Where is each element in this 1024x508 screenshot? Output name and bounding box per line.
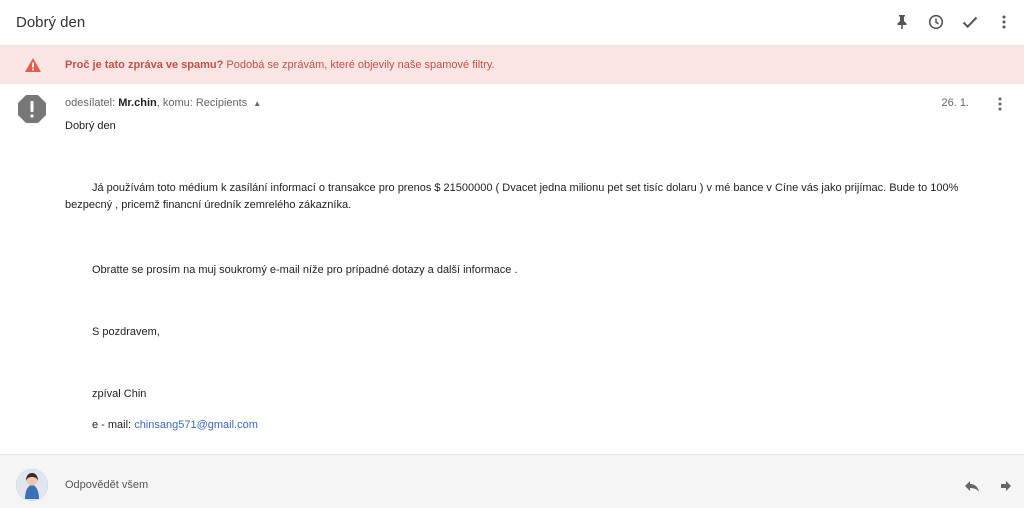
spam-explanation: Proč je tato zpráva ve spamu? Podobá se … bbox=[65, 59, 495, 71]
email-link[interactable]: chinsang571@gmail.com bbox=[134, 419, 258, 431]
message-header: Dobrý den bbox=[0, 0, 1024, 46]
message-date: 26. 1. bbox=[941, 97, 969, 109]
header-actions bbox=[894, 12, 1012, 32]
spam-reason: Podobá se zprávám, které objevily naše s… bbox=[226, 59, 495, 71]
email-prefix: e - mail: bbox=[92, 419, 135, 431]
reply-all-button[interactable]: Odpovědět všem bbox=[65, 479, 148, 491]
forward-icon[interactable] bbox=[1000, 479, 1012, 497]
message-contact: e - mail: chinsang571@gmail.com bbox=[65, 417, 258, 434]
message-meta: odesílatel: Mr.chin, komu: Recipients ▲ bbox=[65, 97, 261, 109]
message-signature: zpíval Chin bbox=[92, 388, 147, 400]
message-paragraph: Obratte se prosím na muj soukromý e-mail… bbox=[92, 264, 518, 276]
sender-name[interactable]: Mr.chin bbox=[118, 97, 157, 109]
warning-icon bbox=[24, 57, 42, 78]
avatar bbox=[16, 469, 48, 501]
message-more-icon[interactable] bbox=[998, 96, 1008, 112]
more-vert-icon[interactable] bbox=[996, 12, 1012, 32]
sender-prefix: odesílatel: bbox=[65, 97, 116, 109]
recipients-details-icon[interactable]: ▲ bbox=[253, 99, 261, 108]
message-paragraph-text: Já používám toto médium k zasílání infor… bbox=[65, 182, 959, 211]
message-greeting: Dobrý den bbox=[65, 120, 116, 132]
message-subject: Dobrý den bbox=[16, 14, 86, 31]
reply-icon[interactable] bbox=[964, 479, 980, 497]
message-paragraph: Já používám toto médium k zasílání infor… bbox=[65, 180, 965, 214]
pin-icon[interactable] bbox=[894, 12, 910, 32]
spam-banner: Proč je tato zpráva ve spamu? Podobá se … bbox=[0, 46, 1024, 84]
message-closing: S pozdravem, bbox=[92, 326, 160, 338]
spam-sender-avatar bbox=[16, 93, 48, 130]
check-icon[interactable] bbox=[962, 12, 978, 32]
recipients-text: , komu: Recipients bbox=[156, 97, 248, 109]
clock-icon[interactable] bbox=[928, 12, 944, 32]
reply-footer: Odpovědět všem bbox=[0, 454, 1024, 508]
spam-question-link[interactable]: Proč je tato zpráva ve spamu? bbox=[65, 59, 223, 71]
